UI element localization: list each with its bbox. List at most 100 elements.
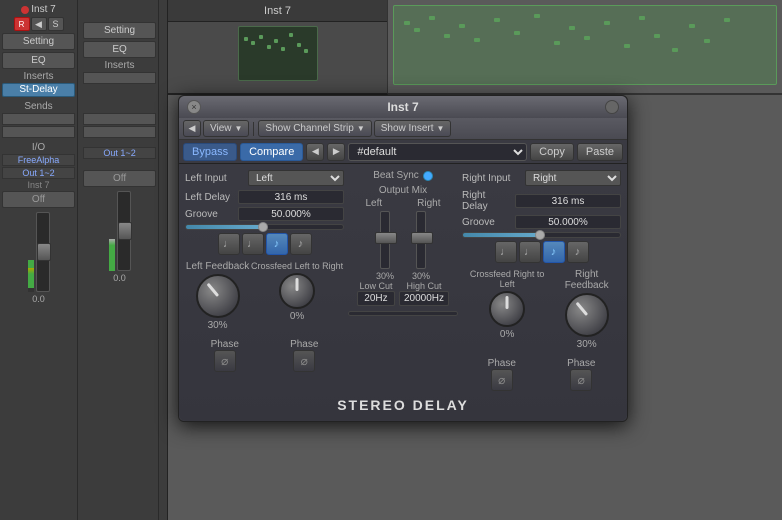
left-phase-btn[interactable]: ⌀ bbox=[214, 350, 236, 372]
right-fader-pct: 30% bbox=[412, 271, 430, 281]
left-note-icon-1[interactable]: ♩ bbox=[218, 233, 240, 255]
right-fader-handle[interactable] bbox=[411, 232, 433, 244]
clip-note-8 bbox=[514, 31, 520, 35]
left-crossfeed-section: Crossfeed Left to Right 0% bbox=[251, 261, 343, 331]
off-btn-2[interactable]: Off bbox=[83, 170, 156, 187]
right-crossfeed-knob[interactable] bbox=[489, 291, 525, 327]
left-crossfeed-label: Crossfeed Left to Right bbox=[251, 261, 343, 271]
right-crossfeed-label: Crossfeed Right to Left bbox=[462, 269, 552, 289]
left-groove-value[interactable]: 50.000% bbox=[238, 207, 344, 221]
plugin-close-btn[interactable]: × bbox=[187, 100, 201, 114]
mute-btn[interactable]: ◀ bbox=[31, 17, 47, 31]
plugin-columns: Left Input Left Left Delay 316 ms Groove… bbox=[185, 170, 621, 391]
right-phase-section: Phase ⌀ bbox=[567, 358, 595, 391]
left-fader-track[interactable] bbox=[380, 211, 390, 269]
view-label: View bbox=[210, 123, 232, 134]
eq-btn-2[interactable]: EQ bbox=[83, 41, 156, 58]
eq-btn-1[interactable]: EQ bbox=[2, 52, 75, 69]
right-note-icon-2[interactable]: ♩ bbox=[519, 241, 541, 263]
right-note-icon-4[interactable]: ♪ bbox=[567, 241, 589, 263]
cut-slider[interactable] bbox=[348, 311, 458, 316]
beat-sync-label: Beat Sync bbox=[373, 170, 419, 181]
left-note-icon-2[interactable]: ♩ bbox=[242, 233, 264, 255]
instrument-slot[interactable]: FreeAlpha bbox=[2, 154, 75, 166]
right-input-row: Right Input Right bbox=[462, 170, 621, 186]
fader-area-1: 0.0 bbox=[2, 212, 75, 304]
left-groove-label: Groove bbox=[185, 209, 235, 220]
paste-btn[interactable]: Paste bbox=[577, 143, 623, 161]
left-fader-handle[interactable] bbox=[375, 232, 397, 244]
right-note-icon-3[interactable]: ♪ bbox=[543, 241, 565, 263]
left-note-icon-4[interactable]: ♪ bbox=[290, 233, 312, 255]
left-input-row: Left Input Left bbox=[185, 170, 344, 186]
midi-clip[interactable] bbox=[393, 5, 777, 85]
right-delay-value[interactable]: 316 ms bbox=[515, 194, 621, 208]
fader-handle-1[interactable] bbox=[37, 243, 51, 261]
fader-handle-2[interactable] bbox=[118, 222, 132, 240]
right-note-icon-1[interactable]: ♩ bbox=[495, 241, 517, 263]
left-feedback-indicator bbox=[206, 283, 219, 297]
fader-track-2[interactable] bbox=[117, 191, 131, 271]
left-crossfeed-phase-btn[interactable]: ⌀ bbox=[293, 350, 315, 372]
nav-back-btn[interactable]: ◀ bbox=[183, 120, 201, 137]
st-delay-slot[interactable]: St-Delay bbox=[2, 83, 75, 97]
right-input-select[interactable]: Right bbox=[525, 170, 621, 186]
beat-sync-row: Beat Sync bbox=[373, 170, 433, 181]
plugin-toolbar: ◀ View ▼ Show Channel Strip ▼ Show Inser… bbox=[179, 118, 627, 140]
right-phase-btn[interactable]: ⌀ bbox=[570, 369, 592, 391]
preset-next-btn[interactable]: ▶ bbox=[327, 143, 345, 161]
low-cut-value[interactable]: 20Hz bbox=[357, 291, 395, 306]
solo-btn[interactable]: S bbox=[48, 17, 64, 31]
bypass-btn[interactable]: Bypass bbox=[183, 143, 237, 161]
show-insert-btn[interactable]: Show Insert ▼ bbox=[374, 120, 452, 137]
left-input-select[interactable]: Left bbox=[248, 170, 344, 186]
right-groove-thumb[interactable] bbox=[535, 230, 545, 240]
clip-note-9 bbox=[534, 14, 540, 18]
plugin-resize-btn[interactable] bbox=[605, 100, 619, 114]
left-groove-slider[interactable] bbox=[185, 224, 344, 230]
left-feedback-knob[interactable] bbox=[196, 274, 240, 318]
inserts-label-2: Inserts bbox=[83, 60, 156, 71]
right-fader-track[interactable] bbox=[416, 211, 426, 269]
fader-track-1[interactable] bbox=[36, 212, 50, 292]
output-slot-2[interactable]: Out 1~2 bbox=[83, 147, 156, 159]
right-input-label: Right Input bbox=[462, 173, 522, 184]
beat-sync-led[interactable] bbox=[423, 171, 433, 181]
channel-strip-btn[interactable]: Show Channel Strip ▼ bbox=[258, 120, 371, 137]
clip-note-13 bbox=[604, 21, 610, 25]
right-groove-fill bbox=[463, 233, 542, 237]
view-btn[interactable]: View ▼ bbox=[203, 120, 249, 137]
clip-note-1 bbox=[404, 21, 410, 25]
left-note-icon-3[interactable]: ♪ bbox=[266, 233, 288, 255]
right-crossfeed-phase-label: Phase bbox=[488, 358, 516, 369]
right-crossfeed-phase-btn[interactable]: ⌀ bbox=[491, 369, 513, 391]
preset-prev-btn[interactable]: ◀ bbox=[306, 143, 324, 161]
setting-btn-2[interactable]: Setting bbox=[83, 22, 156, 39]
left-delay-value[interactable]: 316 ms bbox=[238, 190, 344, 204]
left-groove-row: Groove 50.000% bbox=[185, 207, 344, 221]
channel-strip-1: Inst 7 R ◀ S Setting EQ Inserts St-Delay… bbox=[0, 0, 78, 520]
output-mix-label: Output Mix bbox=[379, 185, 427, 196]
vol-display-1: 0.0 bbox=[32, 294, 45, 304]
left-crossfeed-knob[interactable] bbox=[279, 273, 315, 309]
copy-btn[interactable]: Copy bbox=[530, 143, 574, 161]
meter-bar-2 bbox=[109, 239, 115, 271]
clip-note-14 bbox=[624, 44, 630, 48]
right-groove-value[interactable]: 50.000% bbox=[515, 215, 621, 229]
output-slot-1[interactable]: Out 1~2 bbox=[2, 167, 75, 179]
io-label-1: I/O bbox=[2, 142, 75, 153]
right-knobs-row: Crossfeed Right to Left 0% Right Feedbac… bbox=[462, 269, 621, 354]
midi-clip-preview[interactable] bbox=[238, 26, 318, 81]
left-phase-row: Phase ⌀ Phase ⌀ bbox=[185, 339, 344, 372]
preset-select[interactable]: #default bbox=[348, 143, 527, 161]
right-feedback-knob[interactable] bbox=[565, 293, 609, 337]
left-groove-thumb[interactable] bbox=[258, 222, 268, 232]
setting-btn-1[interactable]: Setting bbox=[2, 33, 75, 50]
high-cut-value[interactable]: 20000Hz bbox=[399, 291, 449, 306]
off-btn-1[interactable]: Off bbox=[2, 191, 75, 208]
note-7 bbox=[289, 33, 293, 37]
left-feedback-value: 30% bbox=[208, 320, 228, 331]
right-groove-slider[interactable] bbox=[462, 232, 621, 238]
record-btn[interactable]: R bbox=[14, 17, 30, 31]
compare-btn[interactable]: Compare bbox=[240, 143, 303, 161]
